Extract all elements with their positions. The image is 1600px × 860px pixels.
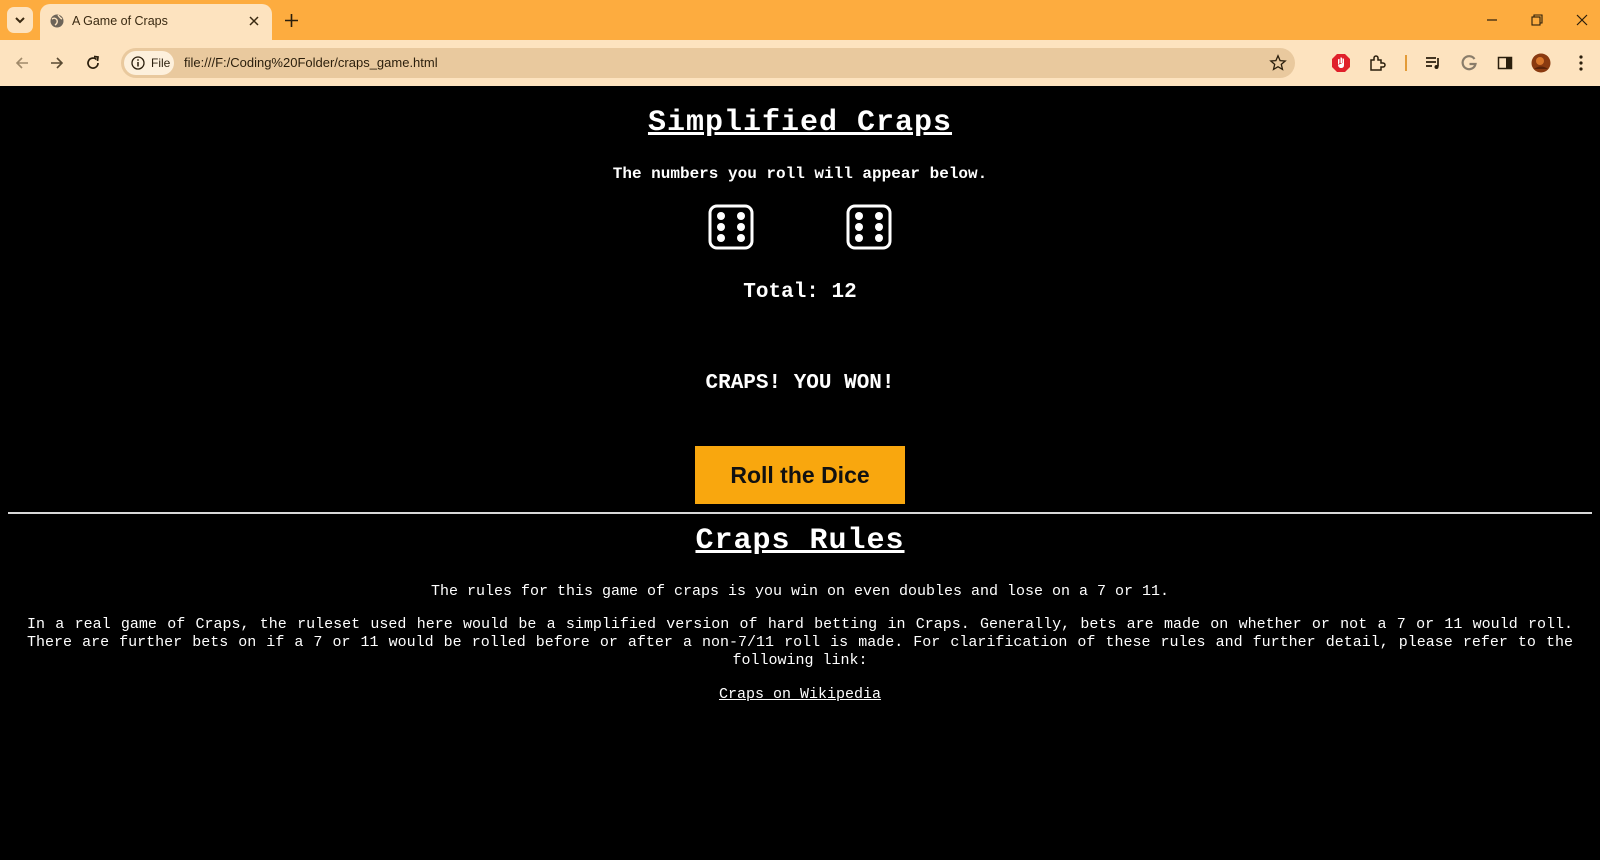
site-chip-label: File (151, 56, 171, 70)
bookmark-star-icon[interactable] (1269, 54, 1287, 72)
die-six-icon (708, 204, 754, 250)
tab-search-button[interactable] (7, 7, 33, 33)
close-window-button[interactable] (1567, 6, 1597, 34)
info-icon (131, 56, 145, 70)
avatar-icon (1531, 53, 1551, 73)
tab-close-button[interactable] (246, 13, 262, 29)
arrow-right-icon (51, 57, 64, 69)
page-title: Simplified Craps (647, 106, 953, 140)
game-result: CRAPS! YOU WON! (705, 372, 895, 395)
wikipedia-link-row: Craps on Wikipedia (0, 686, 1600, 703)
url-text: file:///F:/Coding%20Folder/craps_game.ht… (184, 55, 438, 70)
chevron-down-icon (15, 17, 25, 24)
rules-heading: Craps Rules (695, 524, 905, 558)
minimize-icon (1487, 19, 1497, 21)
reload-button[interactable] (79, 49, 107, 77)
address-bar[interactable]: File file:///F:/Coding%20Folder/craps_ga… (121, 48, 1295, 78)
stop-sign-icon (1332, 54, 1350, 72)
google-extension-button[interactable] (1458, 52, 1480, 74)
page-content: Simplified Craps The numbers you roll wi… (0, 86, 1600, 860)
restore-icon (1531, 14, 1543, 26)
forward-button[interactable] (43, 49, 71, 77)
die-six-icon (846, 204, 892, 250)
dice-instructions: The numbers you roll will appear below. (612, 165, 988, 183)
browser-tab-bar: A Game of Craps (0, 0, 1600, 40)
roll-dice-button[interactable]: Roll the Dice (695, 446, 905, 504)
side-panel-button[interactable] (1494, 52, 1516, 74)
close-icon (1576, 14, 1588, 26)
browser-menu-button[interactable] (1570, 52, 1592, 74)
toolbar-separator (1405, 55, 1407, 71)
browser-toolbar: File file:///F:/Coding%20Folder/craps_ga… (0, 40, 1600, 86)
new-tab-button[interactable] (280, 9, 302, 31)
profile-avatar[interactable] (1530, 52, 1552, 74)
close-icon (249, 16, 259, 26)
extensions-button[interactable] (1366, 52, 1388, 74)
media-controls-button[interactable] (1422, 52, 1444, 74)
minimize-button[interactable] (1477, 6, 1507, 34)
globe-icon (50, 14, 64, 28)
plus-icon (284, 13, 298, 27)
restore-button[interactable] (1522, 6, 1552, 34)
extension-adblock-button[interactable] (1330, 52, 1352, 74)
puzzle-piece-icon (1370, 55, 1386, 71)
rules-summary: The rules for this game of craps is you … (430, 583, 1170, 600)
more-vertical-icon (1579, 55, 1583, 71)
side-panel-icon (1497, 56, 1513, 70)
back-button[interactable] (8, 49, 36, 77)
rules-detail: In a real game of Craps, the ruleset use… (27, 616, 1573, 669)
playlist-icon (1426, 57, 1439, 69)
section-divider (8, 512, 1592, 514)
arrow-left-icon (15, 57, 28, 69)
reload-icon (87, 55, 99, 69)
google-g-icon (1461, 55, 1477, 71)
tab-title: A Game of Craps (72, 14, 168, 28)
roll-total: Total: 12 (743, 281, 857, 304)
browser-tab[interactable]: A Game of Craps (40, 4, 272, 40)
wikipedia-link[interactable]: Craps on Wikipedia (719, 686, 881, 703)
site-info-chip[interactable]: File (124, 51, 174, 75)
